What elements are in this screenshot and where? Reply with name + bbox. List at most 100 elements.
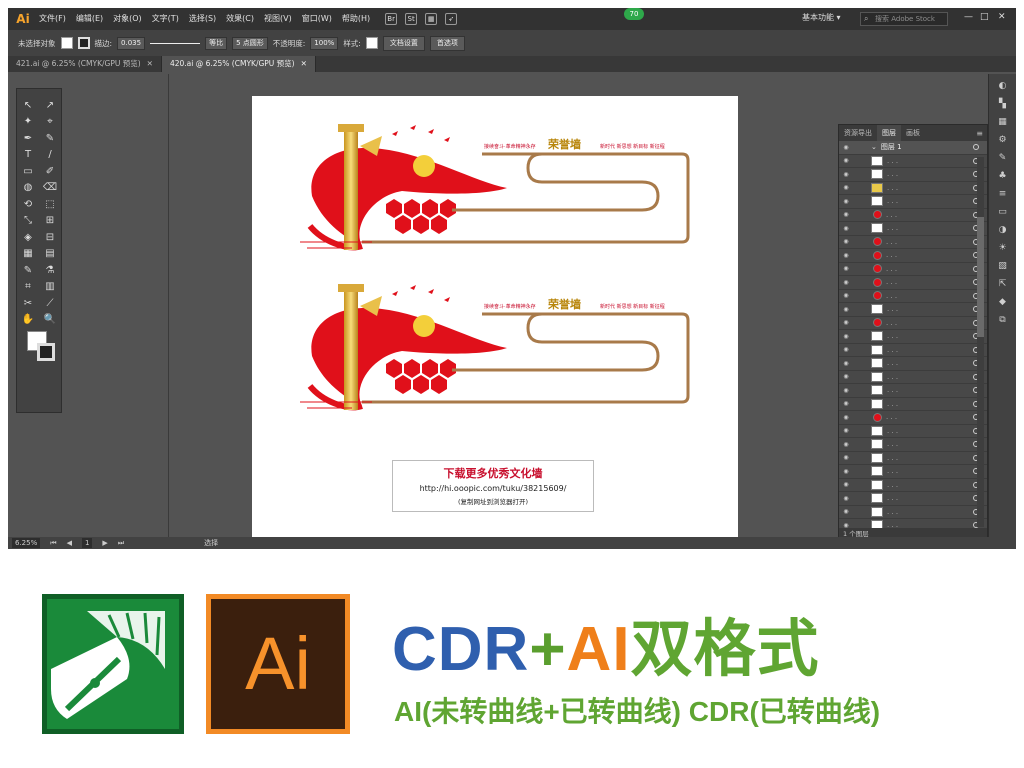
layer-row[interactable]: ◉ . . . [839,195,987,209]
scale-tool-icon[interactable]: ⬚ [42,199,58,210]
eye-icon[interactable]: ◉ [839,238,853,245]
layer-row[interactable]: ◉ . . . [839,290,987,303]
stroke-swatch[interactable] [77,37,90,49]
eye-icon[interactable]: ◉ [839,279,853,286]
eye-icon[interactable]: ◉ [839,454,853,461]
menu-effect[interactable]: 效果(C) [221,8,259,30]
eye-icon[interactable]: ◉ [839,414,853,421]
layer-row[interactable]: ◉ . . . [839,263,987,276]
eye-icon[interactable]: ◉ [839,400,853,407]
page-nav-prev-icon[interactable]: ◀ [67,539,72,547]
panel-menu-icon[interactable]: ≡ [976,129,987,138]
variable-width-profile[interactable]: 等比 [205,36,228,50]
properties-icon[interactable]: ⚙ [996,134,1010,146]
slice-tool-icon[interactable]: ⟋ [42,298,58,309]
eye-icon[interactable]: ◉ [839,265,853,272]
pen-tool-icon[interactable]: ✒ [20,133,36,144]
color-guide-icon[interactable]: ▚ [996,98,1010,110]
arrange-icon[interactable]: ▦ [425,13,438,25]
workspace-switcher[interactable]: 基本功能 ▾ [802,12,841,23]
menu-file[interactable]: 文件(F) [34,8,71,30]
symbols-icon[interactable]: ♣ [996,170,1010,182]
eye-icon[interactable]: ◉ [839,211,853,218]
layer-row[interactable]: ◉ . . . [839,209,987,222]
opacity-input[interactable]: 100% [310,36,339,50]
graphic-style-swatch[interactable] [365,37,378,49]
symbol-sprayer-tool-icon[interactable]: ⌗ [20,281,36,292]
eye-icon[interactable]: ◉ [839,184,853,191]
brushes-icon[interactable]: ✎ [996,152,1010,164]
gradient-icon[interactable]: ▭ [996,206,1010,218]
layers-scrollbar[interactable] [977,157,984,527]
layer-row[interactable]: ◉ . . . [839,249,987,263]
eye-icon[interactable]: ◉ [839,333,853,340]
eye-icon[interactable]: ◉ [839,495,853,502]
layer-row[interactable]: ◉ . . . [839,384,987,398]
layer-row[interactable]: ◉ . . . [839,398,987,411]
brush-definition[interactable]: 5 点圆形 [232,36,268,50]
layer-row[interactable]: ◉ . . . [839,411,987,425]
menu-window[interactable]: 窗口(W) [297,8,337,30]
eye-icon[interactable]: ◉ [839,171,853,178]
menu-type[interactable]: 文字(T) [147,8,184,30]
close-button[interactable]: ✕ [998,12,1006,22]
layer-row[interactable]: ◉ . . . [839,182,987,195]
layer-row[interactable]: ◉ . . . [839,303,987,317]
layer-row[interactable]: ◉ . . . [839,344,987,357]
stock-search-input[interactable]: ⌕ 搜索 Adobe Stock [860,12,948,26]
mesh-tool-icon[interactable]: ▦ [20,248,36,259]
chevron-down-icon[interactable]: ⌄ [871,143,877,151]
page-nav-first-icon[interactable]: ⏮ [50,539,56,548]
tab-artboards[interactable]: 画板 [901,125,925,141]
rocket-icon[interactable]: ➶ [445,13,458,25]
transparency-icon[interactable]: ◑ [996,224,1010,236]
zoom-tool-icon[interactable]: 🔍 [42,314,58,325]
layer-row[interactable]: ◉ . . . [839,425,987,438]
tab-layers[interactable]: 图层 [877,125,901,141]
maximize-button[interactable]: □ [980,12,989,22]
layer-row[interactable]: ◉ . . . [839,371,987,384]
menu-help[interactable]: 帮助(H) [337,8,375,30]
graph-tool-icon[interactable]: ▥ [42,281,58,292]
stock-icon[interactable]: St [405,13,418,25]
eye-icon[interactable]: ◉ [839,481,853,488]
paintbrush-tool-icon[interactable]: ✐ [42,166,58,177]
layer-row[interactable]: ◉ . . . [839,330,987,344]
fill-swatch[interactable] [60,37,73,49]
artboard-tool-icon[interactable]: ✂ [20,298,36,309]
blend-tool-icon[interactable]: ⚗ [42,265,58,276]
page-nav-last-icon[interactable]: ⏭ [118,539,124,548]
menu-object[interactable]: 对象(O) [108,8,147,30]
close-icon[interactable]: ✕ [301,59,307,68]
zoom-level[interactable]: 6.25% [12,538,41,548]
page-nav-next-icon[interactable]: ▶ [102,539,107,547]
selection-tool-icon[interactable]: ↖ [20,100,36,111]
eye-icon[interactable]: ◉ [839,225,853,232]
layer-row-main[interactable]: ◉ ⌄ 图层 1 [839,141,987,155]
eye-icon[interactable]: ◉ [839,292,853,299]
layer-row[interactable]: ◉ . . . [839,479,987,492]
lasso-tool-icon[interactable]: ⌖ [42,116,58,127]
direct-selection-tool-icon[interactable]: ↗ [42,100,58,111]
curvature-tool-icon[interactable]: ✎ [42,133,58,144]
eye-icon[interactable]: ◉ [839,306,853,313]
eye-icon[interactable]: ◉ [839,198,853,205]
perspective-grid-tool-icon[interactable]: ⊟ [42,232,58,243]
eyedropper-tool-icon[interactable]: ✎ [20,265,36,276]
stroke-panel-icon[interactable]: ≡ [996,188,1010,200]
shaper-tool-icon[interactable]: ◍ [20,182,36,193]
hand-tool-icon[interactable]: ✋ [20,314,36,325]
layer-row[interactable]: ◉ . . . [839,492,987,506]
eye-icon[interactable]: ◉ [839,441,853,448]
stroke-weight-input[interactable]: 0.035 [117,36,146,50]
layer-row[interactable]: ◉ . . . [839,357,987,371]
tab-420[interactable]: 420.ai @ 6.25% (CMYK/GPU 预览) ✕ [161,56,316,72]
layer-row[interactable]: ◉ . . . [839,506,987,519]
layer-row[interactable]: ◉ . . . [839,317,987,330]
export-icon[interactable]: ⇱ [996,278,1010,290]
eye-icon[interactable]: ◉ [839,252,853,259]
eye-icon[interactable]: ◉ [839,157,853,164]
swatches-icon[interactable]: ▦ [996,116,1010,128]
bridge-icon[interactable]: Br [385,13,398,25]
artboard-number[interactable]: 1 [81,538,93,548]
